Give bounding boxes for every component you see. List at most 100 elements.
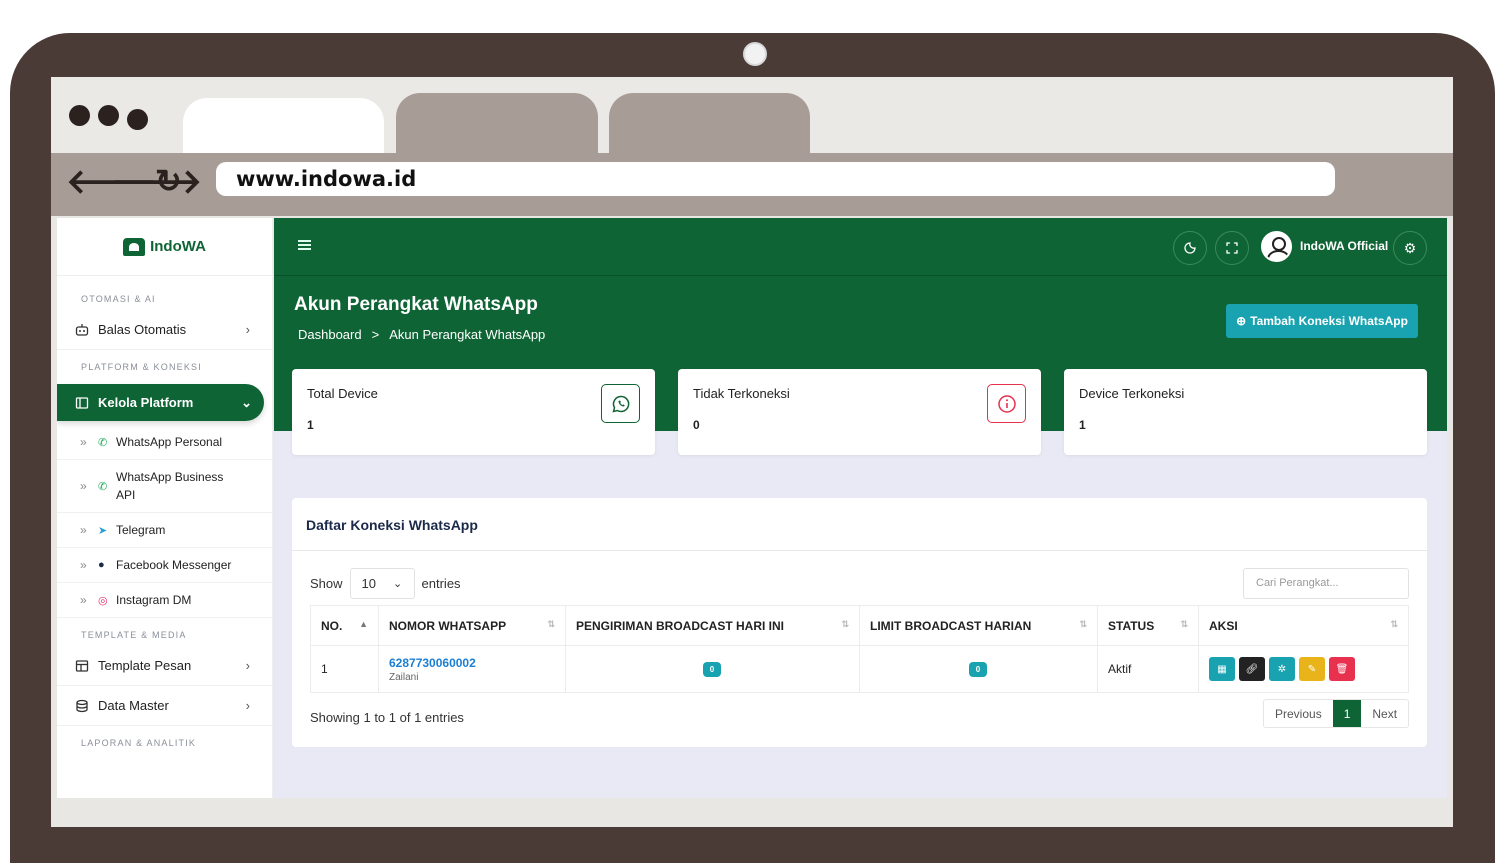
cell-no: 1 — [310, 645, 379, 693]
column-header-nomor[interactable]: NOMOR WHATSAPP ⇅ — [378, 605, 566, 646]
chevron-down-icon: ⌄ — [393, 578, 403, 590]
double-chevron-icon: » — [80, 479, 87, 493]
sidebar-subitem-telegram[interactable]: » ➤ Telegram — [57, 513, 272, 548]
info-icon — [987, 384, 1026, 423]
sidebar-item-label: Balas Otomatis — [98, 322, 187, 337]
sidebar-item-label: Data Master — [98, 698, 169, 713]
header-label: NOMOR WHATSAPP — [389, 618, 507, 633]
telegram-icon: ➤ — [98, 524, 108, 537]
stat-value: 1 — [307, 418, 314, 432]
breadcrumb: Dashboard > Akun Perangkat WhatsApp — [298, 327, 545, 342]
logo[interactable]: IndoWA — [57, 218, 272, 276]
column-header-no[interactable]: NO. ▲ — [310, 605, 379, 646]
column-header-status[interactable]: STATUS ⇅ — [1097, 605, 1199, 646]
count-badge: 0 — [703, 662, 721, 677]
section-template: TEMPLATE & MEDIA — [81, 630, 187, 640]
cell-nomor: 6287730060002 Zailani — [378, 645, 566, 693]
sidebar-item-kelola-platform[interactable]: Kelola Platform ⌄ — [57, 384, 264, 421]
sidebar-subitem-whatsapp-personal[interactable]: » ✆ WhatsApp Personal — [57, 425, 272, 460]
account-name: Zailani — [389, 671, 419, 683]
sidebar-item-label: Template Pesan — [98, 658, 192, 673]
show-label: Show — [310, 576, 343, 591]
connection-table-panel: Daftar Koneksi WhatsApp Show 10 ⌄ entrie… — [292, 498, 1427, 747]
browser-tab[interactable] — [396, 93, 598, 153]
column-header-aksi[interactable]: AKSI ⇅ — [1198, 605, 1409, 646]
browser-tab[interactable] — [609, 93, 810, 153]
pagination-next[interactable]: Next — [1361, 700, 1408, 727]
stat-title: Total Device — [307, 386, 378, 401]
settings-gear-icon[interactable]: ⚙ — [1393, 231, 1427, 265]
column-header-limit[interactable]: LIMIT BROADCAST HARIAN ⇅ — [859, 605, 1098, 646]
sidebar-item-template-pesan[interactable]: Template Pesan › — [57, 646, 272, 686]
platform-icon — [74, 395, 90, 411]
column-header-pengiriman[interactable]: PENGIRIMAN BROADCAST HARI INI ⇅ — [565, 605, 860, 646]
add-connection-label: Tambah Koneksi WhatsApp — [1250, 314, 1408, 328]
delete-icon[interactable]: 🗑︎ — [1329, 657, 1355, 681]
plus-circle-icon: ⊕ — [1236, 314, 1247, 328]
sort-asc-icon: ▲ — [359, 619, 368, 629]
chevron-right-icon: › — [245, 698, 250, 713]
connection-table: NO. ▲ NOMOR WHATSAPP ⇅ PENGIRIMAN BROADCAS… — [310, 605, 1409, 693]
sort-icon: ⇅ — [547, 619, 555, 629]
double-chevron-icon: » — [80, 523, 87, 537]
pagination-page-1[interactable]: 1 — [1332, 700, 1362, 727]
whatsapp-icon: ✆ — [98, 480, 108, 493]
cell-limit: 0 — [859, 645, 1098, 693]
section-otomasi: OTOMASI & AI — [81, 294, 156, 304]
table-header-row: NO. ▲ NOMOR WHATSAPP ⇅ PENGIRIMAN BROADCAS… — [310, 605, 1409, 646]
sort-icon: ⇅ — [1079, 619, 1087, 629]
sort-icon: ⇅ — [1390, 619, 1398, 629]
table-info: Showing 1 to 1 of 1 entries — [310, 710, 464, 725]
breadcrumb-current: Akun Perangkat WhatsApp — [389, 327, 546, 342]
laptop-screen: 🡐 🡒 ↻ www.indowa.id IndoWA OTOMASI & AI … — [51, 77, 1453, 827]
double-chevron-icon: » — [80, 558, 87, 572]
link-icon[interactable]: 🔗︎ — [1239, 657, 1265, 681]
avatar[interactable] — [1261, 231, 1292, 262]
sidebar-subitem-whatsapp-business[interactable]: » ✆ WhatsApp Business API — [57, 460, 272, 513]
chevron-down-icon: ⌄ — [241, 394, 252, 410]
breadcrumb-separator: > — [371, 327, 380, 342]
url-field[interactable]: www.indowa.id — [216, 162, 1335, 196]
sidebar-subitem-instagram[interactable]: » ◎ Instagram DM — [57, 583, 272, 618]
sidebar-subitem-facebook-messenger[interactable]: » ● Facebook Messenger — [57, 548, 272, 583]
cell-broadcast-today: 0 — [565, 645, 860, 693]
sidebar-subitem-label: Facebook Messenger — [116, 558, 232, 572]
fullscreen-icon[interactable] — [1215, 231, 1249, 265]
sort-icon: ⇅ — [841, 619, 849, 629]
double-chevron-icon: » — [80, 593, 87, 607]
whatsapp-number-link[interactable]: 6287730060002 — [389, 656, 564, 670]
hamburger-menu-icon[interactable] — [298, 240, 311, 250]
chevron-right-icon: › — [245, 658, 250, 673]
entries-value: 10 — [361, 576, 376, 591]
edit-icon[interactable]: ✎ — [1299, 657, 1325, 681]
messenger-icon: ● — [98, 559, 105, 571]
browser-tab-active[interactable] — [183, 98, 384, 153]
sidebar-subitem-label: Instagram DM — [116, 593, 192, 607]
instagram-icon: ◎ — [98, 594, 108, 607]
reload-icon[interactable]: ↻ — [155, 165, 182, 197]
search-input[interactable]: Cari Perangkat... — [1243, 568, 1409, 599]
breadcrumb-dashboard[interactable]: Dashboard — [298, 327, 362, 342]
sidebar-subitem-label: WhatsApp Business API — [116, 470, 224, 502]
header-label: PENGIRIMAN BROADCAST HARI INI — [576, 618, 785, 633]
dark-mode-toggle-icon[interactable] — [1173, 231, 1207, 265]
entries-select[interactable]: 10 ⌄ — [349, 568, 415, 599]
double-chevron-icon: » — [80, 435, 87, 449]
whatsapp-icon — [601, 384, 640, 423]
pagination-previous[interactable]: Previous — [1264, 700, 1333, 727]
section-platform: PLATFORM & KONEKSI — [81, 362, 202, 372]
template-icon — [74, 658, 90, 674]
count-badge: 0 — [969, 662, 987, 677]
add-connection-button[interactable]: ⊕ Tambah Koneksi WhatsApp — [1226, 304, 1418, 338]
settings-icon[interactable]: ✲ — [1269, 657, 1295, 681]
sidebar: IndoWA OTOMASI & AI Balas Otomatis › PLA… — [57, 218, 273, 798]
window-dot — [69, 105, 90, 126]
qr-code-icon[interactable]: ▦ — [1209, 657, 1235, 681]
cell-status: Aktif — [1097, 645, 1199, 693]
sidebar-item-balas-otomatis[interactable]: Balas Otomatis › — [57, 310, 272, 350]
sidebar-item-data-master[interactable]: Data Master › — [57, 686, 272, 726]
stat-title: Device Terkoneksi — [1079, 386, 1185, 401]
sidebar-subitem-label: Telegram — [116, 523, 166, 537]
stat-title: Tidak Terkoneksi — [693, 386, 790, 401]
user-name[interactable]: IndoWA Official — [1300, 239, 1388, 253]
